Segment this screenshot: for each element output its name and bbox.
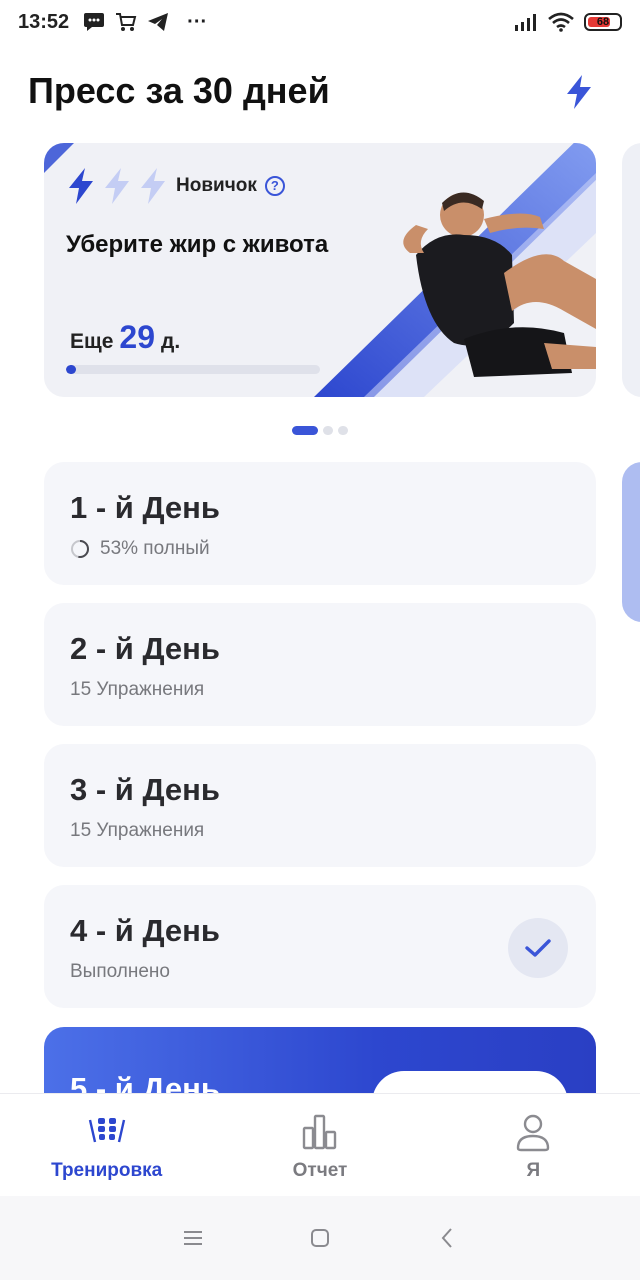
day-card-1[interactable]: 1 - й День 53% полный [44,462,596,585]
app-header: Пресс за 30 дней [0,60,640,124]
plan-hero-card[interactable]: Новичок ? Уберите жир с живота Еще 29 д. [44,143,596,397]
telegram-icon [148,13,169,31]
status-bar: 13:52 ··· 68 [0,0,640,44]
pager-dot[interactable] [338,426,348,435]
nav-report[interactable]: Отчет [213,1094,426,1196]
day-title: 2 - й День [70,631,220,666]
bolt-icon [105,168,129,204]
days-remaining: Еще 29 д. [70,319,180,356]
battery-level: 68 [596,16,610,28]
day-title: 3 - й День [70,772,220,807]
pager-dot[interactable] [292,426,318,435]
day-subtitle: 15 Упражнения [70,820,205,841]
status-right: 68 [514,12,622,32]
day-title: 4 - й День [70,913,220,948]
message-icon [84,13,105,31]
home-icon[interactable] [305,1223,335,1253]
user-icon [517,1114,550,1152]
help-icon[interactable]: ? [264,176,285,196]
day-progress-text: 53% полный [100,538,210,559]
wifi-icon [548,12,574,32]
check-icon [525,939,551,957]
pager-dot[interactable] [323,426,333,435]
day-card-4[interactable]: 4 - й День Выполнено [44,885,596,1008]
progress-ring-icon [71,540,89,558]
abs-icon [88,1118,125,1143]
next-plan-card-peek[interactable] [622,143,640,397]
bottom-navigation: Тренировка Отчет Я [0,1093,640,1196]
battery-icon: 68 [584,13,622,31]
carousel-pager [292,426,348,435]
notification-icons: ··· [83,11,207,34]
menu-icon[interactable] [178,1223,208,1253]
more-dots-icon: ··· [187,10,208,33]
completed-check-button[interactable] [508,918,568,978]
bar-chart-icon [302,1114,337,1150]
nav-label: Я [526,1160,541,1181]
nav-profile[interactable]: Я [427,1094,640,1196]
plan-progress-fill [66,365,77,374]
bolt-icon [141,168,165,204]
day-title: 1 - й День [70,490,220,525]
day-subtitle: 15 Упражнения [70,679,205,700]
status-time: 13:52 [18,10,70,33]
bolt-icon [69,168,93,204]
level-row: Новичок ? [66,167,285,205]
remaining-unit: д. [161,330,181,353]
day-card-2[interactable]: 2 - й День 15 Упражнения [44,603,596,726]
system-navigation [0,1196,640,1280]
cart-icon [116,13,137,31]
level-label: Новичок [176,175,257,196]
back-icon[interactable] [432,1223,462,1253]
day-subtitle: 53% полный [70,538,210,560]
side-card-peek [622,462,640,622]
bolt-icon[interactable] [564,74,594,110]
plan-progress-bar [66,365,320,374]
page-title: Пресс за 30 дней [28,70,330,111]
day-subtitle: Выполнено [70,961,170,982]
remaining-days: 29 [119,319,155,355]
remaining-prefix: Еще [70,330,114,353]
signal-icon [515,14,536,31]
nav-label: Тренировка [51,1160,163,1181]
hero-headline: Уберите жир с живота [66,231,329,258]
day-card-3[interactable]: 3 - й День 15 Упражнения [44,744,596,867]
nav-label: Отчет [292,1160,348,1181]
nav-workout[interactable]: Тренировка [0,1094,213,1196]
